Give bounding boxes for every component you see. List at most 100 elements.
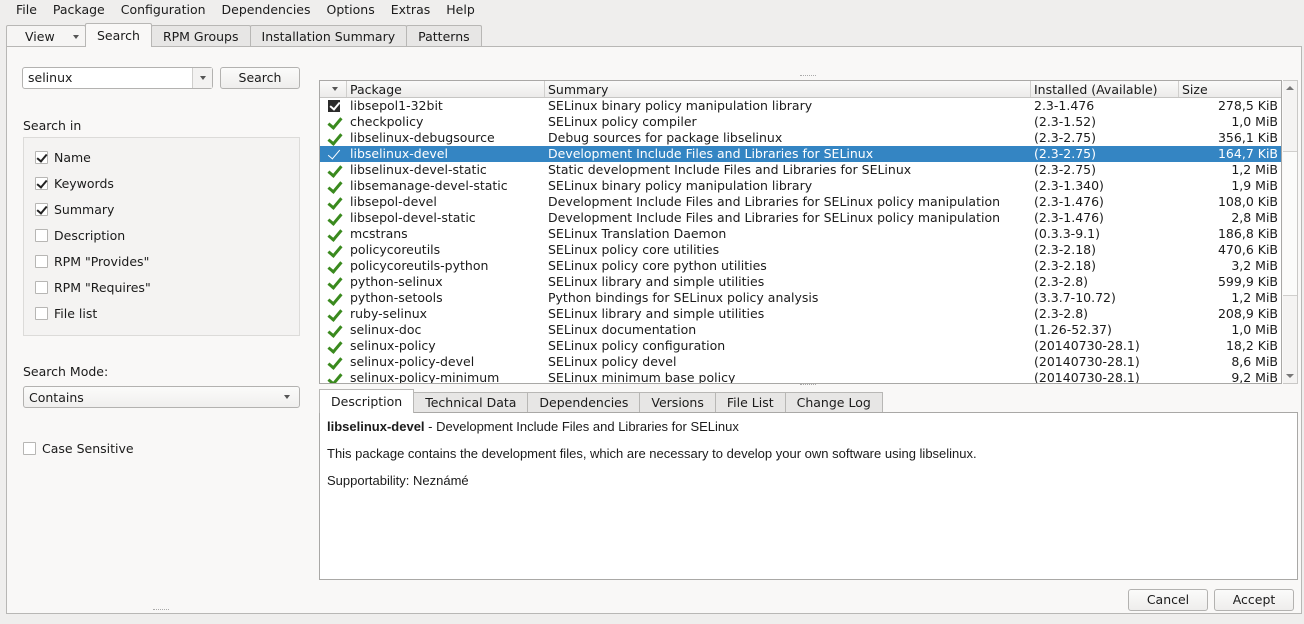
table-row[interactable]: policycoreutils-python SELinux policy cor… — [320, 258, 1281, 274]
column-header-size[interactable]: Size — [1179, 81, 1280, 97]
search-query-text[interactable]: selinux — [23, 68, 192, 88]
table-row[interactable]: libselinux-devel Development Include File… — [320, 146, 1281, 162]
status-cell[interactable] — [320, 242, 347, 258]
table-row[interactable]: libsemanage-devel-static SELinux binary p… — [320, 178, 1281, 194]
checkbox-box[interactable] — [35, 281, 48, 294]
install-check-icon[interactable] — [327, 116, 341, 129]
checkbox-box[interactable] — [23, 442, 36, 455]
search-in-option[interactable]: Name — [35, 150, 91, 165]
table-row[interactable]: selinux-policy SELinux policy configurati… — [320, 338, 1281, 354]
install-check-icon[interactable] — [327, 276, 341, 289]
status-cell[interactable] — [320, 226, 347, 242]
status-cell[interactable] — [320, 370, 347, 384]
tab-search[interactable]: Search — [85, 23, 152, 47]
install-check-icon[interactable] — [327, 308, 341, 321]
status-cell[interactable] — [320, 274, 347, 290]
status-cell[interactable] — [320, 194, 347, 210]
search-in-option[interactable]: Keywords — [35, 176, 114, 191]
search-history-dropdown[interactable] — [192, 68, 212, 88]
table-row[interactable]: policycoreutils SELinux policy core utili… — [320, 242, 1281, 258]
accept-button[interactable]: Accept — [1214, 589, 1294, 611]
status-cell[interactable] — [320, 210, 347, 226]
table-row[interactable]: selinux-policy-devel SELinux policy devel… — [320, 354, 1281, 370]
column-header-installed[interactable]: Installed (Available) — [1031, 81, 1179, 97]
table-row[interactable]: python-selinux SELinux library and simple… — [320, 274, 1281, 290]
search-in-option[interactable]: RPM "Provides" — [35, 254, 149, 269]
status-cell[interactable] — [320, 130, 347, 146]
table-row[interactable]: libsepol-devel Development Include Files … — [320, 194, 1281, 210]
case-sensitive-checkbox[interactable]: Case Sensitive — [23, 441, 134, 456]
tab-dependencies[interactable]: Dependencies — [527, 392, 641, 413]
status-cell[interactable] — [320, 114, 347, 130]
install-check-icon[interactable] — [327, 260, 341, 273]
tab-technical-data[interactable]: Technical Data — [413, 392, 529, 413]
status-cell[interactable] — [320, 258, 347, 274]
tab-patterns[interactable]: Patterns — [406, 25, 482, 47]
tab-change-log[interactable]: Change Log — [784, 392, 883, 413]
vertical-scrollbar[interactable] — [1283, 80, 1298, 384]
install-check-icon[interactable] — [327, 372, 341, 384]
tab-installation-summary[interactable]: Installation Summary — [249, 25, 408, 47]
view-menu-button[interactable]: View — [6, 25, 86, 47]
table-row[interactable]: ruby-selinux SELinux library and simple u… — [320, 306, 1281, 322]
column-header-package[interactable]: Package — [347, 81, 545, 97]
checkbox-box[interactable] — [35, 255, 48, 268]
menu-file[interactable]: File — [8, 1, 45, 19]
search-in-option[interactable]: File list — [35, 306, 97, 321]
install-check-icon[interactable] — [327, 196, 341, 209]
checkbox-box[interactable] — [35, 151, 48, 164]
status-cell[interactable] — [320, 354, 347, 370]
install-check-icon[interactable] — [327, 132, 341, 145]
tab-rpm-groups[interactable]: RPM Groups — [150, 25, 251, 47]
install-check-icon[interactable] — [327, 292, 341, 305]
table-row[interactable]: libsepol1-32bit SELinux binary policy man… — [320, 98, 1281, 114]
menu-help[interactable]: Help — [438, 1, 483, 19]
install-check-icon[interactable] — [327, 164, 341, 177]
install-check-icon[interactable] — [327, 356, 341, 369]
search-input[interactable]: selinux — [22, 67, 213, 89]
install-check-icon[interactable] — [327, 212, 341, 225]
table-row[interactable]: selinux-doc SELinux documentation (1.26-52… — [320, 322, 1281, 338]
status-cell[interactable] — [320, 162, 347, 178]
table-row[interactable]: mcstrans SELinux Translation Daemon (0.3.3… — [320, 226, 1281, 242]
table-row[interactable]: libselinux-debugsource Debug sources for … — [320, 130, 1281, 146]
install-check-icon[interactable] — [327, 180, 341, 193]
checkbox-box[interactable] — [35, 177, 48, 190]
tab-versions[interactable]: Versions — [639, 392, 716, 413]
scroll-down-icon[interactable] — [1286, 374, 1294, 378]
tab-description[interactable]: Description — [319, 389, 415, 413]
search-button[interactable]: Search — [220, 67, 300, 89]
search-in-option[interactable]: Description — [35, 228, 125, 243]
install-check-icon[interactable] — [327, 244, 341, 257]
scroll-up-icon[interactable] — [1286, 86, 1294, 90]
checkbox-box[interactable] — [35, 229, 48, 242]
install-check-icon[interactable] — [327, 340, 341, 353]
status-cell[interactable] — [320, 98, 347, 114]
splitter-handle[interactable] — [800, 75, 816, 77]
installed-checkbox-icon[interactable] — [327, 100, 340, 112]
scrollbar-thumb[interactable] — [1283, 151, 1297, 296]
table-row[interactable]: libselinux-devel-static Static developmen… — [320, 162, 1281, 178]
cancel-button[interactable]: Cancel — [1128, 589, 1208, 611]
install-check-icon[interactable] — [327, 228, 341, 241]
status-column-header[interactable] — [320, 81, 347, 97]
menu-dependencies[interactable]: Dependencies — [214, 1, 319, 19]
table-row[interactable]: checkpolicy SELinux policy compiler (2.3-1… — [320, 114, 1281, 130]
status-cell[interactable] — [320, 146, 347, 162]
menu-extras[interactable]: Extras — [383, 1, 439, 19]
menu-configuration[interactable]: Configuration — [113, 1, 214, 19]
install-check-icon[interactable] — [327, 324, 341, 337]
status-cell[interactable] — [320, 338, 347, 354]
status-cell[interactable] — [320, 290, 347, 306]
menu-package[interactable]: Package — [45, 1, 113, 19]
search-in-option[interactable]: Summary — [35, 202, 114, 217]
splitter-handle[interactable] — [800, 384, 816, 386]
table-row[interactable]: selinux-policy-minimum SELinux minimum ba… — [320, 370, 1281, 384]
column-header-summary[interactable]: Summary — [545, 81, 1031, 97]
search-mode-select[interactable]: Contains — [23, 386, 300, 408]
status-cell[interactable] — [320, 306, 347, 322]
table-row[interactable]: python-setools Python bindings for SELinu… — [320, 290, 1281, 306]
status-cell[interactable] — [320, 178, 347, 194]
table-row[interactable]: libsepol-devel-static Development Include… — [320, 210, 1281, 226]
checkbox-box[interactable] — [35, 203, 48, 216]
